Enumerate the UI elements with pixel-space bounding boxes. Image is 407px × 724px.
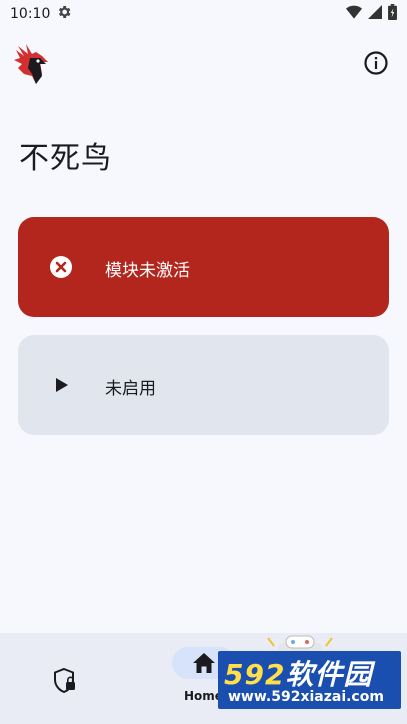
watermark-number: 592 bbox=[224, 658, 286, 691]
module-status-label: 模块未激活 bbox=[105, 261, 190, 281]
shield-lock-icon bbox=[54, 667, 75, 694]
enable-mode-label: 未启用 bbox=[105, 379, 156, 399]
play-icon bbox=[49, 373, 73, 397]
signal-icon bbox=[368, 5, 382, 23]
settings-icon bbox=[56, 4, 72, 24]
watermark-badge: 592软件园 www.592xiazai.com bbox=[218, 651, 401, 709]
status-bar: 10:10 bbox=[0, 0, 407, 28]
error-icon bbox=[49, 255, 73, 279]
battery-icon bbox=[388, 4, 397, 24]
status-right bbox=[346, 4, 397, 24]
watermark-text: 软件园 bbox=[285, 658, 373, 691]
info-button[interactable] bbox=[363, 50, 389, 76]
status-time: 10:10 bbox=[10, 6, 51, 22]
phoenix-logo-icon bbox=[12, 44, 50, 84]
watermark-url: www.592xiazai.com bbox=[228, 689, 384, 705]
info-icon bbox=[364, 51, 388, 75]
status-left: 10:10 bbox=[10, 4, 72, 24]
enable-mode-card[interactable]: 未启用 bbox=[18, 335, 389, 435]
module-status-card[interactable]: 模块未激活 bbox=[18, 217, 389, 317]
home-icon bbox=[193, 653, 215, 673]
page-title: 不死鸟 bbox=[19, 141, 112, 176]
watermark-title: 592软件园 bbox=[224, 653, 372, 693]
nav-item-security[interactable] bbox=[52, 667, 78, 695]
wifi-icon bbox=[346, 5, 362, 23]
app-bar bbox=[0, 40, 407, 88]
